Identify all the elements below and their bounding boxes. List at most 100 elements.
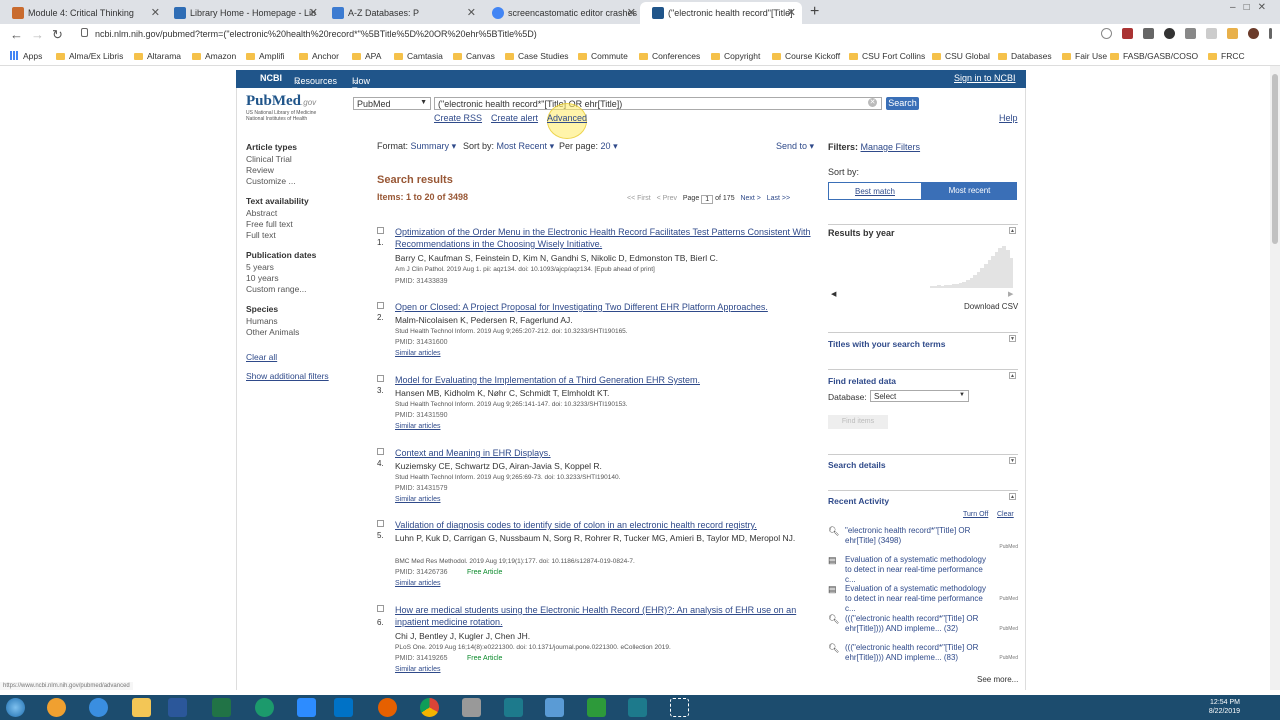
firefox-icon[interactable]	[378, 698, 397, 717]
filter-item[interactable]: Clinical Trial	[246, 154, 292, 164]
database-select[interactable]: PubMed ▼	[353, 97, 431, 110]
word-icon[interactable]	[168, 698, 187, 717]
forward-icon[interactable]: →	[31, 27, 44, 42]
search-details-title[interactable]: Search details	[828, 460, 886, 470]
extension-icon[interactable]	[1122, 28, 1133, 39]
expand-icon[interactable]: ▼	[1009, 335, 1016, 342]
next-page-link[interactable]: Next >	[740, 195, 760, 202]
per-page-control[interactable]: Per page: 20 ▾	[559, 141, 618, 152]
bookmark-item[interactable]: Fair Use	[1062, 51, 1107, 61]
window-controls[interactable]: –□✕	[1230, 2, 1274, 13]
bookmark-item[interactable]: Canvas	[453, 51, 495, 61]
bookmark-item[interactable]: Amazon	[192, 51, 236, 61]
result-checkbox[interactable]	[377, 520, 384, 527]
most-recent-button[interactable]: Most recent	[922, 182, 1017, 200]
download-csv-link[interactable]: Download CSV	[964, 302, 1018, 311]
titles-search-title[interactable]: Titles with your search terms	[828, 339, 945, 349]
result-title-link[interactable]: Optimization of the Order Menu in the El…	[395, 226, 822, 250]
bookmark-item[interactable]: Databases	[998, 51, 1052, 61]
show-additional-filters-link[interactable]: Show additional filters	[246, 371, 329, 381]
new-tab-icon[interactable]: +	[810, 3, 819, 21]
media-player-icon[interactable]	[47, 698, 66, 717]
search-button[interactable]: Search	[886, 97, 919, 110]
page-input[interactable]: 1	[701, 195, 714, 204]
database-select[interactable]: Select ▼	[870, 390, 969, 402]
filter-item[interactable]: Custom range...	[246, 284, 306, 294]
clear-search-icon[interactable]: ✕	[868, 98, 877, 107]
excel-icon[interactable]	[212, 698, 231, 717]
manage-filters-link[interactable]: Manage Filters	[861, 142, 921, 152]
create-rss-link[interactable]: Create RSS	[434, 113, 482, 123]
snipping-tool-icon[interactable]	[462, 698, 481, 717]
reload-icon[interactable]: ↻	[52, 27, 63, 43]
close-tab-icon[interactable]: ✕	[627, 6, 636, 19]
clear-link[interactable]: Clear	[997, 511, 1014, 518]
bookmark-item[interactable]: FASB/GASB/COSO	[1110, 51, 1198, 61]
filter-item[interactable]: Other Animals	[246, 327, 299, 337]
filter-item[interactable]: Abstract	[246, 208, 277, 218]
result-title-link[interactable]: Context and Meaning in EHR Displays.	[395, 447, 822, 459]
chevron-right-icon[interactable]: ▶	[1008, 290, 1013, 298]
result-checkbox[interactable]	[377, 227, 384, 234]
recent-activity-item[interactable]: 🔍︎ ((("electronic health record*"[Title]…	[828, 643, 1018, 669]
scrollbar-thumb[interactable]	[1272, 74, 1278, 244]
extension-icon[interactable]	[1227, 28, 1238, 39]
result-title-link[interactable]: How are medical students using the Elect…	[395, 604, 822, 628]
app-icon[interactable]	[504, 698, 523, 717]
format-control[interactable]: Format: Summary ▾	[377, 141, 456, 152]
url-field[interactable]: ncbi.nlm.nih.gov/pubmed?term=("electroni…	[95, 29, 537, 39]
similar-articles-link[interactable]: Similar articles	[395, 666, 441, 673]
collapse-icon[interactable]: ▲	[1009, 372, 1016, 379]
results-by-year-title[interactable]: Results by year	[828, 228, 895, 238]
sign-in-link[interactable]: Sign in to NCBI	[954, 73, 1016, 83]
similar-articles-link[interactable]: Similar articles	[395, 423, 441, 430]
bookmark-apps[interactable]: Apps	[10, 51, 42, 61]
create-alert-link[interactable]: Create alert	[491, 113, 538, 123]
filter-item[interactable]: Humans	[246, 316, 278, 326]
back-icon[interactable]: ←	[10, 27, 23, 42]
recent-activity-item[interactable]: 🔍︎ ((("electronic health record*"[Title]…	[828, 614, 1018, 640]
paint-icon[interactable]	[545, 698, 564, 717]
search-input[interactable]: ("electronic health record*"[Title] OR e…	[434, 97, 882, 110]
result-checkbox[interactable]	[377, 605, 384, 612]
filter-item[interactable]: Customize ...	[246, 176, 296, 186]
bookmark-item[interactable]: Amplifi	[246, 51, 285, 61]
collapse-icon[interactable]: ▲	[1009, 493, 1016, 500]
extension-icon[interactable]	[1206, 28, 1217, 39]
chrome-icon[interactable]	[420, 698, 439, 717]
bookmark-item[interactable]: Commute	[578, 51, 628, 61]
close-tab-icon[interactable]: ✕	[467, 6, 476, 19]
bookmark-item[interactable]: CSU Fort Collins	[849, 51, 925, 61]
first-page-link[interactable]: << First	[627, 195, 651, 202]
browser-tab[interactable]: Module 4: Critical Thinking ✕	[0, 2, 166, 24]
expand-icon[interactable]: ▼	[1009, 457, 1016, 464]
extension-icon[interactable]	[1185, 28, 1196, 39]
bookmark-item[interactable]: Alma/Ex Libris	[56, 51, 123, 61]
help-link[interactable]: Help	[999, 113, 1018, 123]
app-icon[interactable]	[255, 698, 274, 717]
zoom-icon[interactable]	[297, 698, 316, 717]
filter-item[interactable]: Full text	[246, 230, 276, 240]
ncbi-logo[interactable]: NCBI	[260, 73, 282, 83]
recent-activity-item[interactable]: 🔍︎ "electronic health record*"[Title] OR…	[828, 526, 1018, 552]
filter-item[interactable]: 5 years	[246, 262, 274, 272]
bookmark-item[interactable]: Conferences	[639, 51, 700, 61]
bookmark-item[interactable]: Course Kickoff	[772, 51, 840, 61]
send-to-control[interactable]: Send to ▾	[776, 141, 814, 152]
extension-icon[interactable]	[1164, 28, 1175, 39]
close-tab-icon[interactable]: ✕	[787, 6, 796, 19]
explorer-icon[interactable]	[132, 698, 151, 717]
result-checkbox[interactable]	[377, 448, 384, 455]
filter-item[interactable]: Free full text	[246, 219, 293, 229]
bookmark-item[interactable]: FRCC	[1208, 51, 1245, 61]
prev-page-link[interactable]: < Prev	[657, 195, 677, 202]
close-tab-icon[interactable]: ✕	[309, 6, 318, 19]
filter-item[interactable]: Review	[246, 165, 274, 175]
page-scrollbar[interactable]	[1270, 66, 1280, 690]
results-by-year-histogram[interactable]	[830, 242, 1016, 288]
app-icon[interactable]	[628, 698, 647, 717]
browser-tab-active[interactable]: ("electronic health record"[Title] ✕	[640, 2, 802, 24]
avatar[interactable]	[1248, 28, 1259, 39]
bookmark-item[interactable]: Copyright	[711, 51, 760, 61]
last-page-link[interactable]: Last >>	[767, 195, 790, 202]
